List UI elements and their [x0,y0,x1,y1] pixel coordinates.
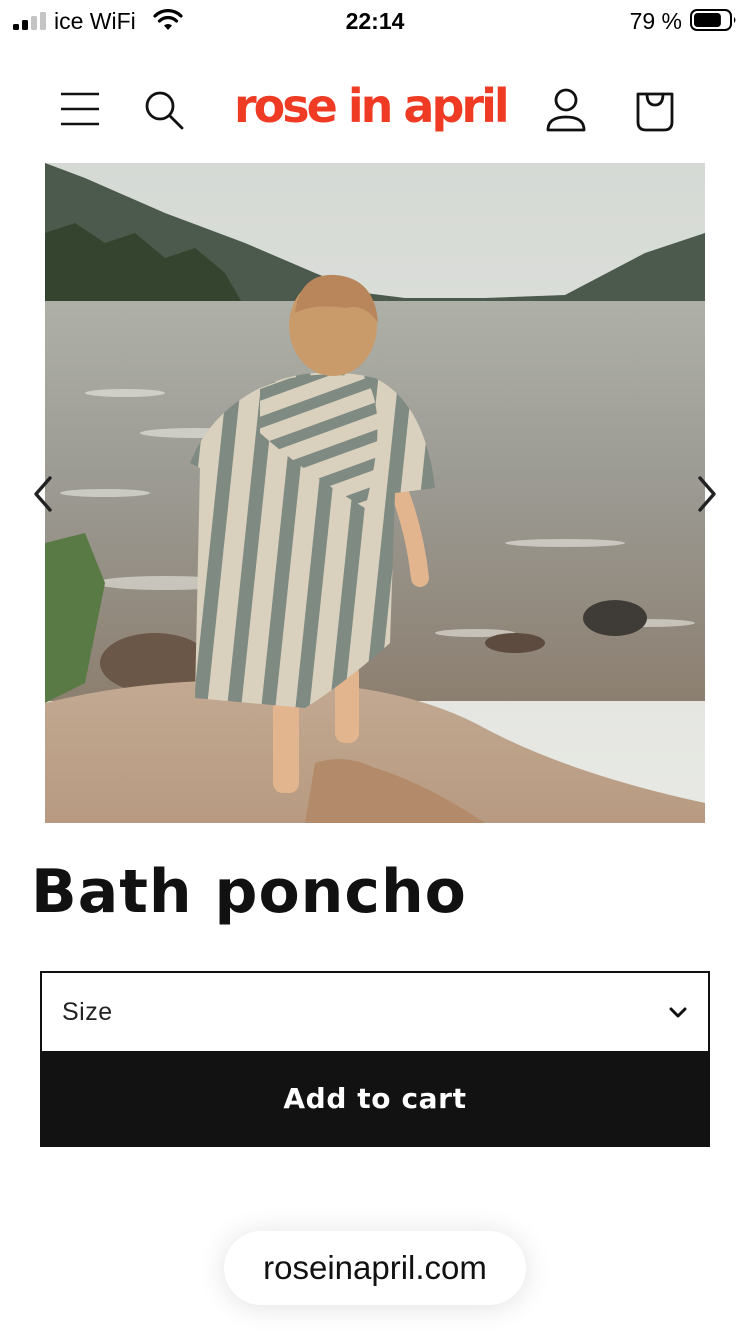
account-icon [546,88,586,132]
product-image[interactable] [45,163,705,823]
browser-url-bar[interactable]: roseinapril.com [224,1231,526,1305]
account-button[interactable] [541,85,591,135]
product-photo [45,163,705,823]
chevron-right-icon [698,476,716,512]
site-header: rose in april [0,70,750,150]
next-image-button[interactable] [692,474,720,514]
cart-icon [636,92,674,132]
chevron-down-icon [669,1007,687,1018]
add-to-cart-button[interactable]: Add to cart [40,1051,710,1147]
size-select-label: Size [62,998,113,1026]
search-icon [145,91,184,130]
logo[interactable]: rose in april [234,78,510,134]
size-select[interactable]: Size [40,971,710,1053]
status-bar: ice WiFi 22:14 79 % [0,0,750,44]
search-button[interactable] [140,85,190,135]
chevron-left-icon [34,476,52,512]
previous-image-button[interactable] [30,474,58,514]
product-title: Bath poncho [31,857,467,927]
cart-button[interactable] [630,85,680,135]
menu-button[interactable] [55,85,105,135]
menu-icon [61,92,99,126]
battery-icon [690,9,736,31]
battery-percentage: 79 % [629,8,682,34]
